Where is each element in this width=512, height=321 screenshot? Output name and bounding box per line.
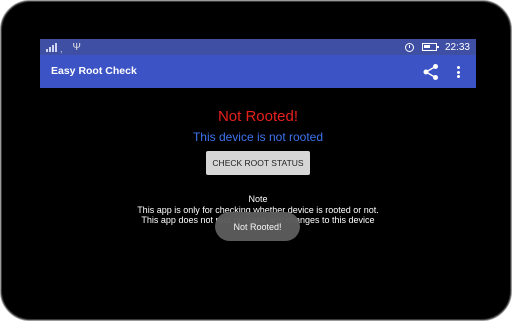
check-root-status-button[interactable]: CHECK ROOT STATUS <box>206 151 310 175</box>
status-bar: , Ψ 22:33 <box>40 39 476 55</box>
battery-icon <box>421 43 439 51</box>
status-clock: 22:33 <box>444 41 470 53</box>
tablet-frame: , Ψ 22:33 Easy Root Check Not Rooted! Th… <box>0 0 512 321</box>
signal-icon <box>46 42 58 52</box>
status-bar-right: 22:33 <box>404 41 470 53</box>
app-bar: Easy Root Check <box>40 55 476 88</box>
root-status-title: Not Rooted! <box>217 108 299 125</box>
share-icon[interactable] <box>422 63 440 81</box>
app-screen: , Ψ 22:33 Easy Root Check Not Rooted! Th… <box>40 39 476 293</box>
note-heading: Note <box>248 194 268 204</box>
app-title: Easy Root Check <box>51 65 137 77</box>
usb-icon: Ψ <box>72 41 81 53</box>
alarm-icon <box>404 42 414 52</box>
status-bar-left: , Ψ <box>46 41 81 54</box>
toast-message: Not Rooted! <box>215 212 300 241</box>
signal-subscript: , <box>60 44 63 54</box>
root-status-subtitle: This device is not rooted <box>192 130 324 144</box>
overflow-menu-icon[interactable] <box>454 64 462 80</box>
